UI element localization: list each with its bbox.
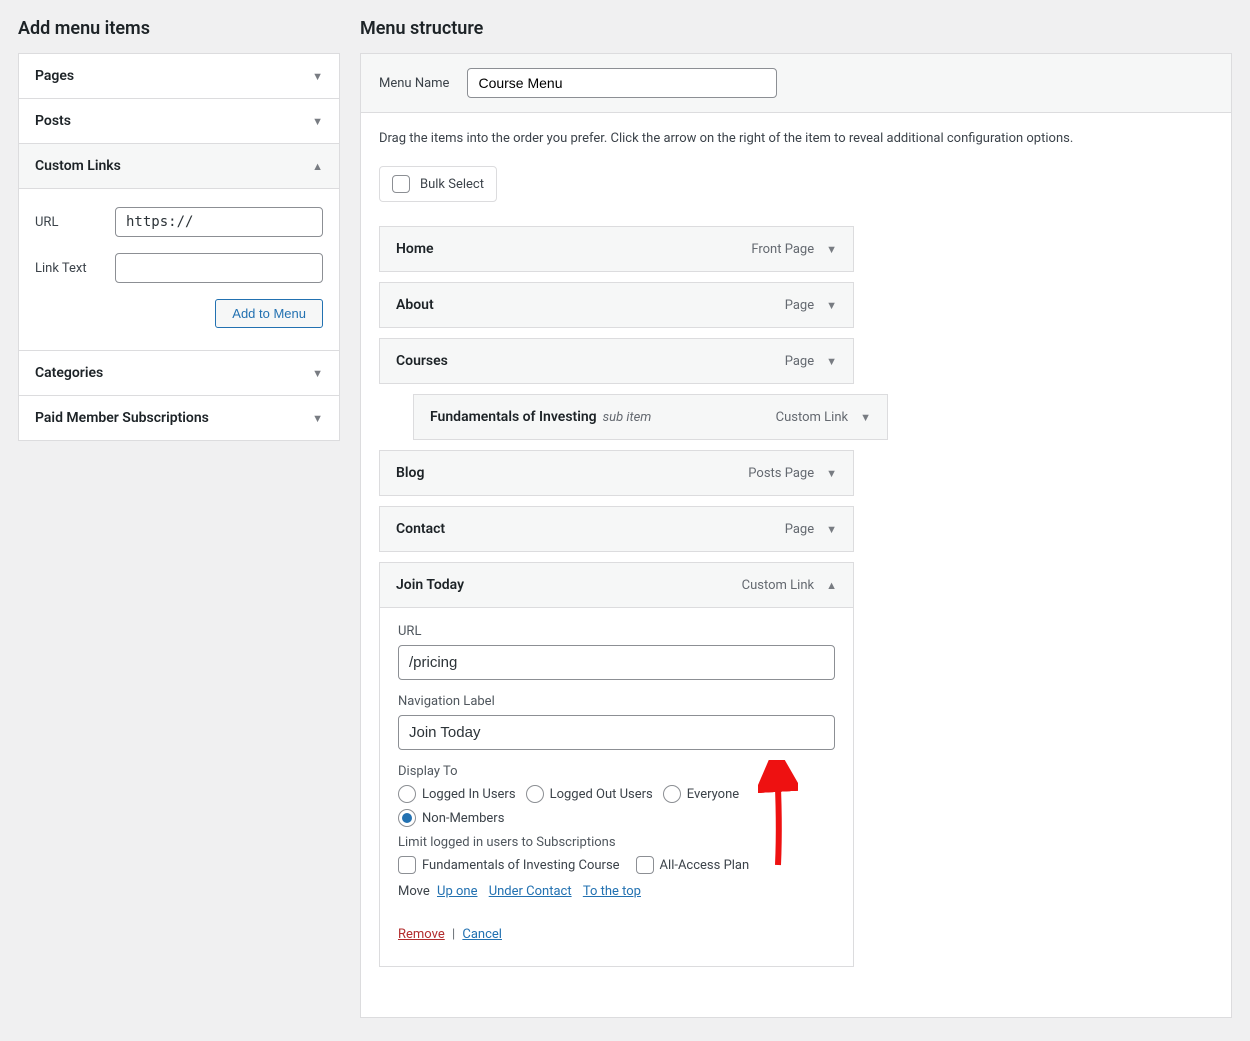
radio-label: Logged Out Users	[550, 787, 653, 802]
accordion-label: Custom Links	[35, 158, 121, 174]
menu-item-body: URL Navigation Label Display To Logged I…	[380, 607, 853, 966]
limit-subs-label: Limit logged in users to Subscriptions	[398, 835, 835, 850]
chevron-up-icon: ▲	[312, 160, 323, 173]
menu-item-title: Blog	[396, 465, 424, 481]
bulk-select-label: Bulk Select	[420, 177, 484, 192]
radio-everyone[interactable]: Everyone	[663, 785, 739, 803]
menu-item-home[interactable]: Home Front Page ▼	[379, 226, 854, 272]
cancel-link[interactable]: Cancel	[462, 927, 502, 942]
chevron-down-icon[interactable]: ▼	[860, 411, 871, 424]
menu-item-blog[interactable]: Blog Posts Page ▼	[379, 450, 854, 496]
radio-label: Logged In Users	[422, 787, 516, 802]
menu-item-type: Front Page	[751, 242, 814, 257]
nav-label-label: Navigation Label	[398, 694, 835, 709]
move-up-one-link[interactable]: Up one	[437, 884, 477, 899]
url-label: URL	[35, 215, 115, 230]
menu-item-type: Page	[785, 298, 814, 313]
menu-name-input[interactable]	[467, 68, 777, 98]
accordion-label: Paid Member Subscriptions	[35, 410, 209, 426]
instructions-text: Drag the items into the order you prefer…	[379, 131, 1213, 146]
accordion-categories[interactable]: Categories ▼	[19, 351, 339, 395]
accordion-pages[interactable]: Pages ▼	[19, 54, 339, 98]
menu-structure-heading: Menu structure	[360, 18, 1232, 39]
menu-item-title: About	[396, 297, 434, 313]
radio-logged-out-users[interactable]: Logged Out Users	[526, 785, 653, 803]
accordion-pms[interactable]: Paid Member Subscriptions ▼	[19, 396, 339, 440]
accordion-posts[interactable]: Posts ▼	[19, 99, 339, 143]
chevron-up-icon[interactable]: ▲	[826, 579, 837, 592]
menu-item-courses[interactable]: Courses Page ▼	[379, 338, 854, 384]
accordion-custom-links[interactable]: Custom Links ▲	[19, 144, 339, 188]
menu-item-type: Page	[785, 354, 814, 369]
accordion-label: Posts	[35, 113, 71, 129]
checkbox-label: Fundamentals of Investing Course	[422, 858, 620, 873]
item-url-label: URL	[398, 624, 835, 639]
accordion-label: Categories	[35, 365, 103, 381]
menu-item-title: Contact	[396, 521, 445, 537]
menu-structure-panel: Menu Name Drag the items into the order …	[360, 53, 1232, 1018]
bulk-select[interactable]: Bulk Select	[379, 166, 497, 202]
radio-label: Everyone	[687, 787, 739, 802]
nav-label-input[interactable]	[398, 715, 835, 750]
chevron-down-icon[interactable]: ▼	[826, 523, 837, 536]
move-to-top-link[interactable]: To the top	[583, 884, 641, 899]
radio-label: Non-Members	[422, 811, 504, 826]
radio-non-members[interactable]: Non-Members	[398, 809, 504, 827]
menu-item-join-today[interactable]: Join Today Custom Link ▲ URL Navigation …	[379, 562, 854, 967]
item-url-input[interactable]	[398, 645, 835, 680]
chevron-down-icon[interactable]: ▼	[826, 467, 837, 480]
menu-item-title: Courses	[396, 353, 448, 369]
sub-item-label: sub item	[603, 410, 652, 425]
menu-item-type: Custom Link	[776, 410, 848, 425]
move-under-contact-link[interactable]: Under Contact	[489, 884, 572, 899]
chevron-down-icon[interactable]: ▼	[826, 243, 837, 256]
chevron-down-icon: ▼	[312, 115, 323, 128]
menu-item-title: Home	[396, 241, 434, 257]
checkbox-all-access-plan[interactable]: All-Access Plan	[636, 856, 750, 874]
url-input[interactable]	[115, 207, 323, 237]
accordion-label: Pages	[35, 68, 74, 84]
menu-name-label: Menu Name	[379, 76, 449, 91]
checkbox-label: All-Access Plan	[660, 858, 750, 873]
link-text-input[interactable]	[115, 253, 323, 283]
menu-item-fundamentals[interactable]: Fundamentals of Investing sub item Custo…	[413, 394, 888, 440]
move-label: Move	[398, 884, 430, 899]
menu-item-about[interactable]: About Page ▼	[379, 282, 854, 328]
menu-item-type: Posts Page	[748, 466, 814, 481]
display-to-label: Display To	[398, 764, 835, 779]
radio-logged-in-users[interactable]: Logged In Users	[398, 785, 516, 803]
menu-item-title: Fundamentals of Investing	[430, 409, 597, 425]
menu-item-contact[interactable]: Contact Page ▼	[379, 506, 854, 552]
add-to-menu-button[interactable]: Add to Menu	[215, 299, 323, 328]
link-text-label: Link Text	[35, 261, 115, 276]
chevron-down-icon[interactable]: ▼	[826, 355, 837, 368]
menu-item-type: Page	[785, 522, 814, 537]
menu-item-type: Custom Link	[742, 578, 814, 593]
checkbox-fundamentals-course[interactable]: Fundamentals of Investing Course	[398, 856, 620, 874]
chevron-down-icon: ▼	[312, 70, 323, 83]
remove-link[interactable]: Remove	[398, 927, 445, 942]
bulk-select-checkbox[interactable]	[392, 175, 410, 193]
add-items-heading: Add menu items	[18, 18, 340, 39]
chevron-down-icon: ▼	[312, 367, 323, 380]
chevron-down-icon: ▼	[312, 412, 323, 425]
menu-item-title: Join Today	[396, 577, 464, 593]
custom-links-body: URL Link Text Add to Menu	[19, 188, 339, 350]
chevron-down-icon[interactable]: ▼	[826, 299, 837, 312]
separator: |	[452, 927, 455, 942]
add-items-accordion: Pages ▼ Posts ▼ Custom Links ▲ URL	[18, 53, 340, 441]
